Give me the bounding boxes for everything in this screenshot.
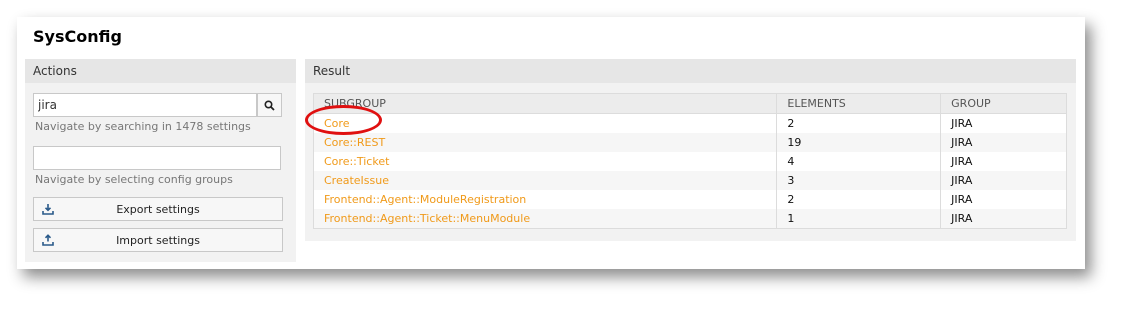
group-cell: JIRA [940, 171, 1067, 190]
table-row[interactable]: Core::REST 19 JIRA [312, 133, 1067, 152]
subgroup-cell[interactable]: Core [312, 113, 778, 133]
search-hint: Navigate by searching in 1478 settings [35, 120, 251, 133]
subgroup-cell[interactable]: Core::Ticket [312, 152, 778, 171]
upload-icon [42, 234, 54, 246]
download-icon [42, 204, 54, 215]
elements-cell: 2 [776, 190, 942, 209]
table-header-row: SUBGROUP ELEMENTS GROUP [312, 93, 1067, 114]
group-cell: JIRA [940, 113, 1067, 133]
config-group-select[interactable] [33, 146, 281, 170]
elements-cell: 4 [776, 152, 942, 171]
result-panel: Result SUBGROUP ELEMENTS GROUP Core 2 JI… [305, 59, 1076, 241]
subgroup-cell[interactable]: Core::REST [312, 133, 778, 152]
subgroup-link[interactable]: Core [324, 117, 349, 130]
column-group[interactable]: GROUP [940, 93, 1067, 114]
export-settings-label: Export settings [116, 202, 200, 216]
actions-header: Actions [25, 59, 296, 83]
page-title: SysConfig [33, 27, 122, 46]
search-row [33, 93, 282, 117]
column-elements[interactable]: ELEMENTS [776, 93, 942, 114]
group-hint: Navigate by selecting config groups [35, 173, 233, 186]
elements-cell: 1 [776, 209, 942, 229]
subgroup-cell[interactable]: CreateIssue [312, 171, 778, 190]
import-settings-label: Import settings [116, 233, 200, 247]
elements-cell: 2 [776, 113, 942, 133]
actions-panel: Actions Navigate by searching in 1478 se… [25, 59, 296, 262]
subgroup-link[interactable]: Core::REST [324, 136, 385, 149]
column-subgroup[interactable]: SUBGROUP [312, 93, 778, 114]
export-settings-button[interactable]: Export settings [33, 197, 283, 221]
search-button[interactable] [257, 93, 282, 117]
search-input[interactable] [33, 93, 257, 117]
group-cell: JIRA [940, 152, 1067, 171]
elements-cell: 19 [776, 133, 942, 152]
sysconfig-window: SysConfig Actions Navigate by searching … [17, 17, 1085, 269]
search-icon [264, 99, 275, 111]
group-cell: JIRA [940, 209, 1067, 229]
subgroup-link[interactable]: Frontend::Agent::ModuleRegistration [324, 193, 526, 206]
group-cell: JIRA [940, 190, 1067, 209]
table-row[interactable]: Core 2 JIRA [312, 113, 1067, 133]
subgroup-link[interactable]: Frontend::Agent::Ticket::MenuModule [324, 212, 530, 225]
import-settings-button[interactable]: Import settings [33, 228, 283, 252]
result-header: Result [305, 59, 1076, 83]
subgroup-cell[interactable]: Frontend::Agent::ModuleRegistration [312, 190, 778, 209]
elements-cell: 3 [776, 171, 942, 190]
table-row[interactable]: Frontend::Agent::Ticket::MenuModule 1 JI… [312, 209, 1067, 229]
subgroup-cell[interactable]: Frontend::Agent::Ticket::MenuModule [312, 209, 778, 229]
subgroup-link[interactable]: Core::Ticket [324, 155, 389, 168]
table-row[interactable]: Core::Ticket 4 JIRA [312, 152, 1067, 171]
table-row[interactable]: CreateIssue 3 JIRA [312, 171, 1067, 190]
table-row[interactable]: Frontend::Agent::ModuleRegistration 2 JI… [312, 190, 1067, 209]
result-table: SUBGROUP ELEMENTS GROUP Core 2 JIRA Core… [312, 93, 1067, 229]
subgroup-link[interactable]: CreateIssue [324, 174, 389, 187]
group-cell: JIRA [940, 133, 1067, 152]
